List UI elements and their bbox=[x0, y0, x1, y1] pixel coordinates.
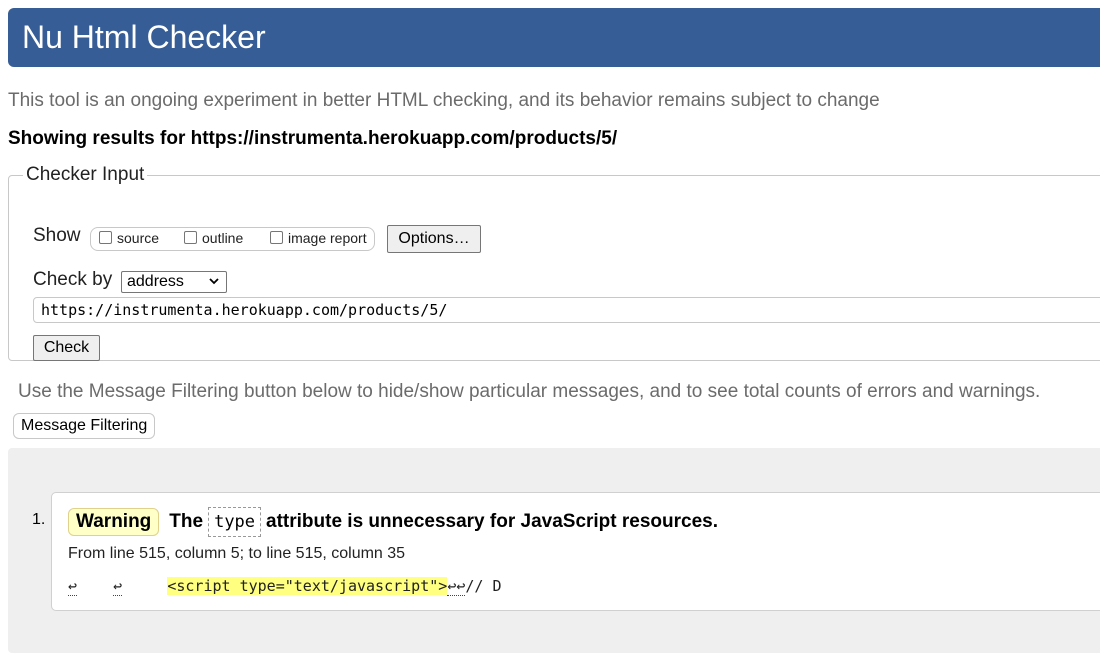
extract-suffix: // D bbox=[465, 577, 502, 595]
show-source-option[interactable]: source bbox=[99, 230, 159, 246]
line-feed-marker: ↩ bbox=[113, 577, 123, 596]
message-number: 1. bbox=[32, 511, 46, 528]
options-button[interactable]: Options… bbox=[387, 225, 481, 253]
checker-input-fieldset: Checker Input Show source outline image … bbox=[8, 165, 1100, 361]
message-text-after: attribute is unnecessary for JavaScript … bbox=[266, 511, 719, 532]
show-image-report-option[interactable]: image report bbox=[270, 230, 367, 246]
warning-badge: Warning bbox=[68, 508, 160, 536]
warning-message: Warning The type attribute is unnecessary … bbox=[51, 492, 1100, 611]
code-extract: ↩ ↩ <script type="text/javascript">↩↩// … bbox=[68, 576, 502, 596]
header-banner: Nu Html Checker bbox=[8, 8, 1100, 67]
image-report-checkbox[interactable] bbox=[270, 230, 283, 244]
intro-text: This tool is an ongoing experiment in be… bbox=[8, 90, 880, 111]
chevron-down-icon bbox=[209, 278, 219, 285]
check-by-select[interactable]: address bbox=[121, 271, 227, 293]
showing-results-heading: Showing results for https://instrumenta.… bbox=[8, 128, 618, 149]
page-title: Nu Html Checker bbox=[22, 19, 266, 55]
source-checkbox-label: source bbox=[117, 230, 160, 246]
message-text: The type attribute is unnecessary for Java… bbox=[169, 507, 718, 537]
line-feed-marker: ↩↩ bbox=[447, 577, 466, 596]
results-panel: 1. Warning The type attribute is unnecessa… bbox=[8, 448, 1100, 653]
check-by-selected-value: address bbox=[127, 273, 184, 290]
message-text-before: The bbox=[169, 511, 204, 532]
checker-input-legend: Checker Input bbox=[26, 164, 145, 185]
extract-highlight: <script type="text/javascript"> bbox=[167, 577, 448, 595]
image-report-checkbox-label: image report bbox=[288, 230, 367, 246]
message-location: From line 515, column 5; to line 515, co… bbox=[68, 545, 406, 562]
message-heading: Warning The type attribute is unnecessary … bbox=[68, 507, 718, 537]
message-filtering-button[interactable]: Message Filtering bbox=[13, 413, 156, 439]
check-button[interactable]: Check bbox=[33, 335, 100, 361]
filter-hint-text: Use the Message Filtering button below t… bbox=[18, 381, 1041, 402]
source-checkbox[interactable] bbox=[99, 230, 112, 244]
message-code-term: type bbox=[208, 507, 262, 537]
line-feed-marker: ↩ bbox=[68, 577, 78, 596]
outline-checkbox-label: outline bbox=[202, 230, 244, 246]
check-by-label: Check by bbox=[33, 269, 113, 290]
show-label: Show bbox=[33, 225, 81, 246]
show-options-group: source outline image report bbox=[90, 227, 375, 251]
url-input[interactable]: https://instrumenta.herokuapp.com/produc… bbox=[33, 297, 1100, 323]
outline-checkbox[interactable] bbox=[184, 230, 197, 244]
show-outline-option[interactable]: outline bbox=[184, 230, 243, 246]
